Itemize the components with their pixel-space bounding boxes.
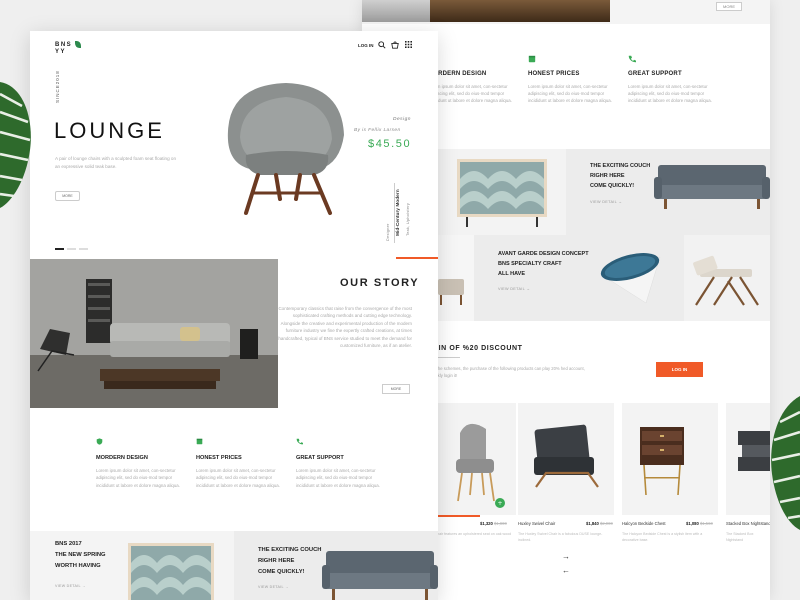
product-price: $1,080 $1,560 (686, 521, 713, 526)
product-image (640, 427, 684, 496)
story-text: Contemporary classics that raise from th… (278, 306, 412, 349)
sofa-image (654, 165, 770, 209)
strip-image (362, 0, 432, 22)
prev-arrow-button[interactable]: ← (562, 566, 570, 575)
product-price: $1,320 $1,800 (480, 521, 507, 526)
product-desc: The Halcyon Bedside Chest is a stylish i… (622, 532, 703, 542)
product-name: Huxley Swivel Chair (518, 521, 556, 526)
feature-text: Lorem ipsum dolor sit amet, con-sectetur… (96, 468, 180, 488)
feature-modern-design: MORDERN DESIGN Lorem ipsum dolor sit ame… (96, 438, 186, 489)
product-desc: The Huxley Swivel Chair is a fabulous DU… (518, 532, 603, 542)
feature-text: Lorem ipsum dolor sit amet, con-sectetur… (196, 468, 280, 488)
feature-great-support: GREAT SUPPORT Lorem ipsum dolor sit amet… (296, 438, 386, 489)
feature-title: GREAT SUPPORT (628, 71, 682, 77)
vertical-material-label: Teak, Upholstery (406, 202, 410, 236)
promo-title: BNS 2017 THE NEW SPRING WORTH HAVING (55, 541, 106, 569)
slider-dot[interactable] (67, 248, 76, 250)
promo-panel-avant-garde: AVANT GARDE DESIGN CONCEPT BNS SPECIALTY… (474, 235, 684, 321)
living-room-image (30, 259, 278, 408)
login-button[interactable]: LOG IN (656, 362, 703, 377)
front-page: BNS YY LOG IN SINCE2018 LOUNGE A pair of… (30, 31, 438, 600)
top-strip: MORE (362, 0, 770, 24)
monstera-leaf-right (771, 396, 800, 530)
vertical-style-label: Mid-Century Modern (396, 189, 401, 236)
discount-title: G IN OF %20 DISCOUNT (430, 345, 523, 352)
svg-text:+: + (498, 500, 503, 507)
sofa-image (322, 551, 438, 600)
feature-text: Lorem ipsum dolor sit amet, con-sectetur… (428, 84, 512, 103)
divider (394, 183, 395, 243)
shield-icon (96, 438, 103, 445)
feature-modern-design: MORDERN DESIGN Lorem ipsum dolor sit ame… (428, 55, 523, 104)
feature-title: MORDERN DESIGN (428, 71, 487, 77)
sideboard-image (128, 543, 214, 600)
view-detail-link[interactable]: VIEW DETAIL → (590, 200, 622, 204)
feature-text: Lorem ipsum dolor sit amet, con-sectetur… (628, 84, 712, 103)
view-detail-link[interactable]: VIEW DETAIL → (498, 287, 530, 291)
story-more-button[interactable]: MORE (382, 384, 410, 394)
hero-description: A pair of lounge chairs with a sculpted … (55, 156, 177, 169)
search-icon[interactable] (378, 41, 386, 49)
phone-icon (296, 438, 303, 445)
product-image (738, 431, 770, 471)
bowl-chair-image (600, 253, 661, 304)
product-card[interactable] (622, 403, 718, 515)
feature-title: HONEST PRICES (528, 71, 580, 77)
lounge-chair-image (693, 255, 759, 306)
cart-icon[interactable] (391, 41, 399, 49)
product-desc: The Stacked Box Nightstand (726, 532, 754, 542)
lounge-chair-image (227, 83, 344, 215)
promo-panel-spring: BNS 2017 THE NEW SPRING WORTH HAVING VIE… (30, 531, 234, 600)
product-card[interactable] (518, 403, 614, 515)
feature-text: Lorem ipsum dolor sit amet, con-sectetur… (296, 468, 380, 488)
feature-title: GREAT SUPPORT (296, 455, 344, 461)
more-button[interactable]: MORE (716, 2, 742, 11)
promo-image-panel (684, 235, 770, 321)
grid-menu-icon[interactable] (405, 41, 412, 48)
design-label: Design (393, 117, 411, 122)
product-name: Halcyon Bedside Chest (622, 521, 666, 526)
promo-title: THE EXCITING COUCH RIGHR HERE COME QUICK… (258, 547, 322, 575)
slider-dot[interactable] (55, 248, 64, 250)
product-name: Stacked Box Nightstand (726, 521, 770, 526)
view-detail-link[interactable]: VIEW DETAIL → (258, 585, 289, 589)
promo-panel-couch: THE EXCITING COUCH RIGHR HERE COME QUICK… (566, 149, 770, 235)
phone-icon (628, 55, 636, 63)
product-card[interactable] (726, 403, 770, 515)
promo-title: AVANT GARDE DESIGN CONCEPT BNS SPECIALTY… (498, 251, 589, 277)
feature-title: MORDERN DESIGN (96, 455, 148, 461)
box-icon (196, 438, 203, 445)
strip-image (430, 0, 610, 22)
side-label: SINCE2018 (55, 70, 60, 103)
view-detail-link[interactable]: VIEW DETAIL → (55, 584, 86, 588)
vertical-designer-label: Designer (386, 223, 390, 241)
feature-honest-prices: HONEST PRICES Lorem ipsum dolor sit amet… (528, 55, 623, 104)
product-image (534, 424, 599, 488)
story-title: OUR STORY (340, 277, 420, 289)
hero-more-button[interactable]: MORE (55, 191, 80, 201)
next-arrow-button[interactable]: → (562, 552, 570, 561)
feature-text: Lorem ipsum dolor sit amet, con-sectetur… (528, 84, 612, 103)
monstera-leaf-left (0, 82, 31, 208)
login-link[interactable]: LOG IN (358, 43, 374, 48)
accent-line (396, 257, 438, 259)
designer-name: By is Fellix Larsen (354, 128, 401, 133)
discount-text: ing the schemes, the purchase of the fol… (430, 366, 585, 378)
hero-title: LOUNGE (54, 118, 165, 143)
leaf-logo-icon (75, 41, 81, 48)
feature-honest-prices: HONEST PRICES Lorem ipsum dolor sit amet… (196, 438, 286, 489)
logo[interactable]: BNS YY (55, 42, 72, 56)
feature-title: HONEST PRICES (196, 455, 242, 461)
box-icon (528, 55, 536, 63)
slider-dots[interactable] (55, 240, 91, 258)
promo-panel-couch: THE EXCITING COUCH RIGHR HERE COME QUICK… (234, 531, 438, 600)
slider-dot[interactable] (79, 248, 88, 250)
feature-great-support: GREAT SUPPORT Lorem ipsum dolor sit amet… (628, 55, 723, 104)
promo-title: THE EXCITING COUCH RIGHR HERE COME QUICK… (590, 163, 651, 189)
hero-price: $45.50 (368, 138, 412, 150)
product-price: $1,840 $2,000 (586, 521, 613, 526)
